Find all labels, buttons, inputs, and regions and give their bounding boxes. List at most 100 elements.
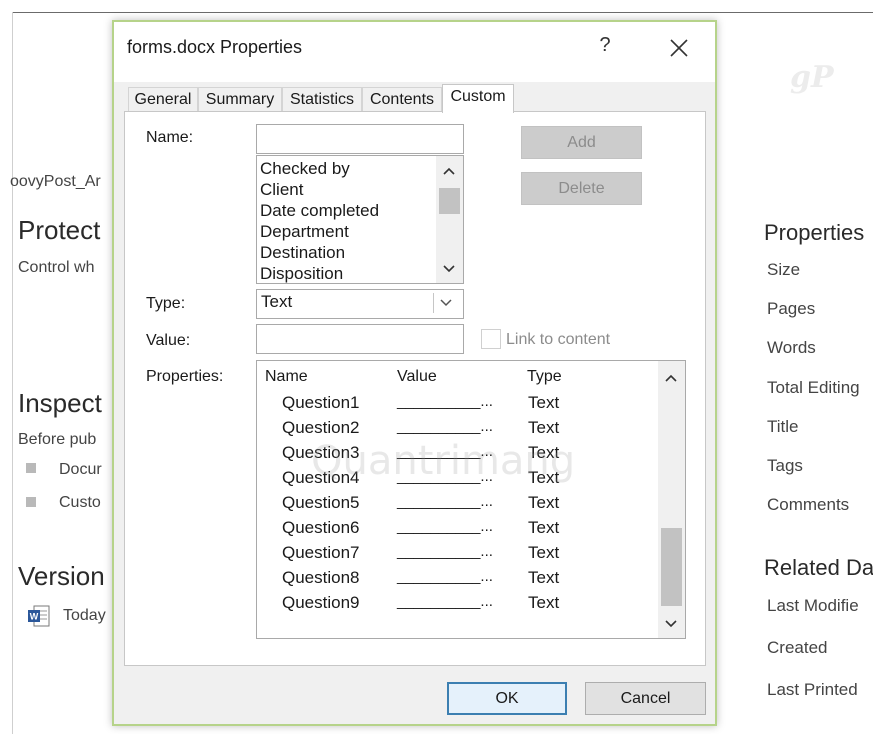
add-button[interactable]: Add — [521, 126, 642, 159]
inspect-bullet-custom[interactable]: Custo — [59, 494, 101, 512]
bullet-icon — [26, 463, 36, 473]
document-name: oovyPost_Ar — [10, 173, 101, 190]
chevron-down-icon — [443, 265, 455, 273]
property-title: Title — [767, 417, 799, 436]
table-row-name[interactable]: Question8 — [282, 568, 360, 588]
table-row-type: Text — [528, 593, 560, 612]
table-row-name[interactable]: Question6 — [282, 518, 360, 538]
tab-custom[interactable]: Custom — [442, 84, 514, 113]
inspect-bullet-document[interactable]: Docur — [59, 461, 102, 479]
inspect-description: Before pub — [18, 431, 97, 448]
help-button[interactable]: ? — [592, 34, 618, 62]
left-divider — [12, 12, 13, 734]
delete-button[interactable]: Delete — [521, 172, 642, 205]
table-row-type: Text — [528, 393, 560, 412]
name-listbox[interactable]: Checked by Client Date completed Departm… — [256, 155, 464, 284]
protect-heading: Protect — [18, 215, 101, 245]
scroll-thumb[interactable] — [439, 188, 460, 214]
type-label: Type: — [146, 295, 186, 312]
type-dropdown-button[interactable] — [433, 293, 457, 313]
tab-contents[interactable]: Contents — [362, 87, 442, 112]
table-row-value: __________... — [397, 468, 493, 485]
list-item[interactable]: Department — [260, 222, 349, 242]
column-header-type[interactable]: Type — [527, 368, 562, 386]
protect-description: Control wh — [18, 259, 95, 276]
table-row-type: Text — [528, 468, 560, 487]
type-selected-value: Text — [261, 292, 293, 311]
table-row-type: Text — [528, 543, 560, 562]
property-pages: Pages — [767, 299, 816, 318]
list-item[interactable]: Client — [260, 180, 303, 200]
property-total-editing: Total Editing — [767, 378, 860, 397]
table-row-name[interactable]: Question3 — [282, 443, 360, 463]
table-row-value: __________... — [397, 493, 493, 510]
close-icon — [670, 39, 688, 57]
gp-watermark: gP — [790, 60, 834, 95]
name-list-scrollbar[interactable] — [436, 156, 463, 283]
table-row-type: Text — [528, 443, 560, 462]
dialog-title: forms.docx Properties — [127, 37, 303, 57]
custom-panel: Name: Checked by Client Date completed D… — [124, 111, 706, 666]
inspect-heading: Inspect — [18, 388, 102, 418]
ok-button[interactable]: OK — [447, 682, 567, 715]
link-to-content-checkbox[interactable] — [481, 329, 501, 349]
tab-general[interactable]: General — [128, 87, 198, 112]
list-item[interactable]: Destination — [260, 243, 345, 263]
table-row-type: Text — [528, 493, 560, 512]
related-last-printed: Last Printed — [767, 680, 858, 699]
table-row-value: __________... — [397, 393, 493, 410]
property-words: Words — [767, 338, 816, 357]
table-row-value: __________... — [397, 593, 493, 610]
chevron-down-icon — [440, 299, 452, 307]
svg-text:W: W — [30, 612, 39, 622]
table-row-value: __________... — [397, 543, 493, 560]
table-row-type: Text — [528, 418, 560, 437]
list-item[interactable]: Checked by — [260, 159, 350, 179]
table-row-name[interactable]: Question9 — [282, 593, 360, 613]
table-row-value: __________... — [397, 443, 493, 460]
scroll-down-button[interactable] — [658, 613, 685, 635]
link-to-content-label: Link to content — [506, 331, 611, 348]
properties-scrollbar[interactable] — [658, 361, 685, 638]
tab-summary[interactable]: Summary — [198, 87, 282, 112]
type-dropdown[interactable]: Text — [256, 289, 464, 319]
table-row-type: Text — [528, 568, 560, 587]
properties-dialog: forms.docx Properties ? General Summary … — [112, 20, 717, 726]
property-size: Size — [767, 260, 801, 279]
column-header-value[interactable]: Value — [397, 368, 437, 386]
table-row-value: __________... — [397, 568, 493, 585]
name-label: Name: — [146, 129, 194, 146]
table-row-name[interactable]: Question5 — [282, 493, 360, 513]
close-button[interactable] — [664, 34, 694, 62]
column-header-name[interactable]: Name — [265, 368, 308, 386]
chevron-down-icon — [665, 620, 677, 628]
table-row-value: __________... — [397, 418, 493, 435]
list-item[interactable]: Disposition — [260, 264, 343, 283]
table-row-name[interactable]: Question4 — [282, 468, 360, 488]
scroll-down-button[interactable] — [436, 258, 463, 280]
properties-heading: Properties — [764, 220, 865, 245]
value-input[interactable] — [256, 324, 464, 354]
related-created: Created — [767, 638, 828, 657]
related-last-modified: Last Modifie — [767, 596, 859, 615]
scroll-up-button[interactable] — [658, 367, 685, 389]
table-row-name[interactable]: Question1 — [282, 393, 360, 413]
top-divider — [12, 12, 873, 13]
tab-statistics[interactable]: Statistics — [282, 87, 362, 112]
chevron-up-icon — [443, 167, 455, 175]
versions-heading: Version — [18, 561, 105, 591]
table-row-name[interactable]: Question7 — [282, 543, 360, 563]
cancel-button[interactable]: Cancel — [585, 682, 706, 715]
word-document-icon: W — [27, 604, 51, 628]
property-tags: Tags — [767, 456, 803, 475]
scroll-up-button[interactable] — [436, 160, 463, 182]
version-item-today[interactable]: Today — [63, 607, 106, 625]
table-row-name[interactable]: Question2 — [282, 418, 360, 438]
name-input[interactable] — [256, 124, 464, 154]
list-item[interactable]: Date completed — [260, 201, 379, 221]
scroll-thumb[interactable] — [661, 528, 682, 606]
dialog-body: General Summary Statistics Contents Cust… — [114, 82, 715, 724]
value-label: Value: — [146, 332, 191, 349]
properties-table[interactable]: Name Value Type Question1 __________... … — [256, 360, 686, 639]
properties-label: Properties: — [146, 368, 224, 385]
